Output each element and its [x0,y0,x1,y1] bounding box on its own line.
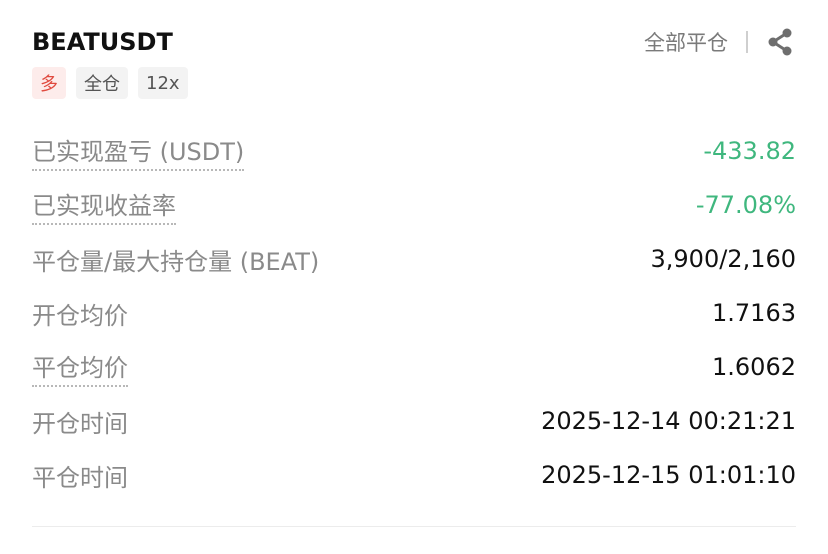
realized-roi-label[interactable]: 已实现收益率 [32,186,176,225]
closed-max-size-label: 平仓量/最大持仓量 (BEAT) [32,247,320,276]
close-price-label[interactable]: 平仓均价 [32,348,128,387]
position-details: 已实现盈亏 (USDT) -433.82 已实现收益率 -77.08% 平仓量/… [32,124,796,502]
share-icon[interactable] [764,26,796,58]
bottom-divider [32,526,796,527]
close-price-row: 平仓均价 1.6062 [32,340,796,394]
realized-roi-row: 已实现收益率 -77.08% [32,178,796,232]
position-symbol: BEATUSDT [32,28,173,56]
realized-pnl-value: -433.82 [703,137,796,165]
close-time-value: 2025-12-15 01:01:10 [541,461,796,489]
position-tags: 多 全仓 12x [32,67,188,99]
entry-price-value: 1.7163 [712,299,796,327]
close-time-label: 平仓时间 [32,463,128,492]
close-price-value: 1.6062 [712,353,796,381]
closed-max-size-value: 3,900/2,160 [650,245,797,273]
realized-pnl-label[interactable]: 已实现盈亏 (USDT) [32,132,245,171]
closed-max-size-row: 平仓量/最大持仓量 (BEAT) 3,900/2,160 [32,232,796,286]
open-time-value: 2025-12-14 00:21:21 [541,407,796,435]
position-header: BEATUSDT 全部平仓 [32,22,796,62]
header-actions: 全部平仓 [644,26,796,58]
leverage-tag: 12x [138,67,188,99]
close-all-button[interactable]: 全部平仓 [644,27,728,57]
entry-price-label: 开仓均价 [32,301,128,330]
header-divider [746,31,748,53]
direction-tag: 多 [32,67,66,99]
realized-roi-value: -77.08% [695,191,796,219]
margin-mode-tag: 全仓 [76,67,128,99]
open-time-row: 开仓时间 2025-12-14 00:21:21 [32,394,796,448]
close-time-row: 平仓时间 2025-12-15 01:01:10 [32,448,796,502]
realized-pnl-row: 已实现盈亏 (USDT) -433.82 [32,124,796,178]
open-time-label: 开仓时间 [32,409,128,438]
entry-price-row: 开仓均价 1.7163 [32,286,796,340]
